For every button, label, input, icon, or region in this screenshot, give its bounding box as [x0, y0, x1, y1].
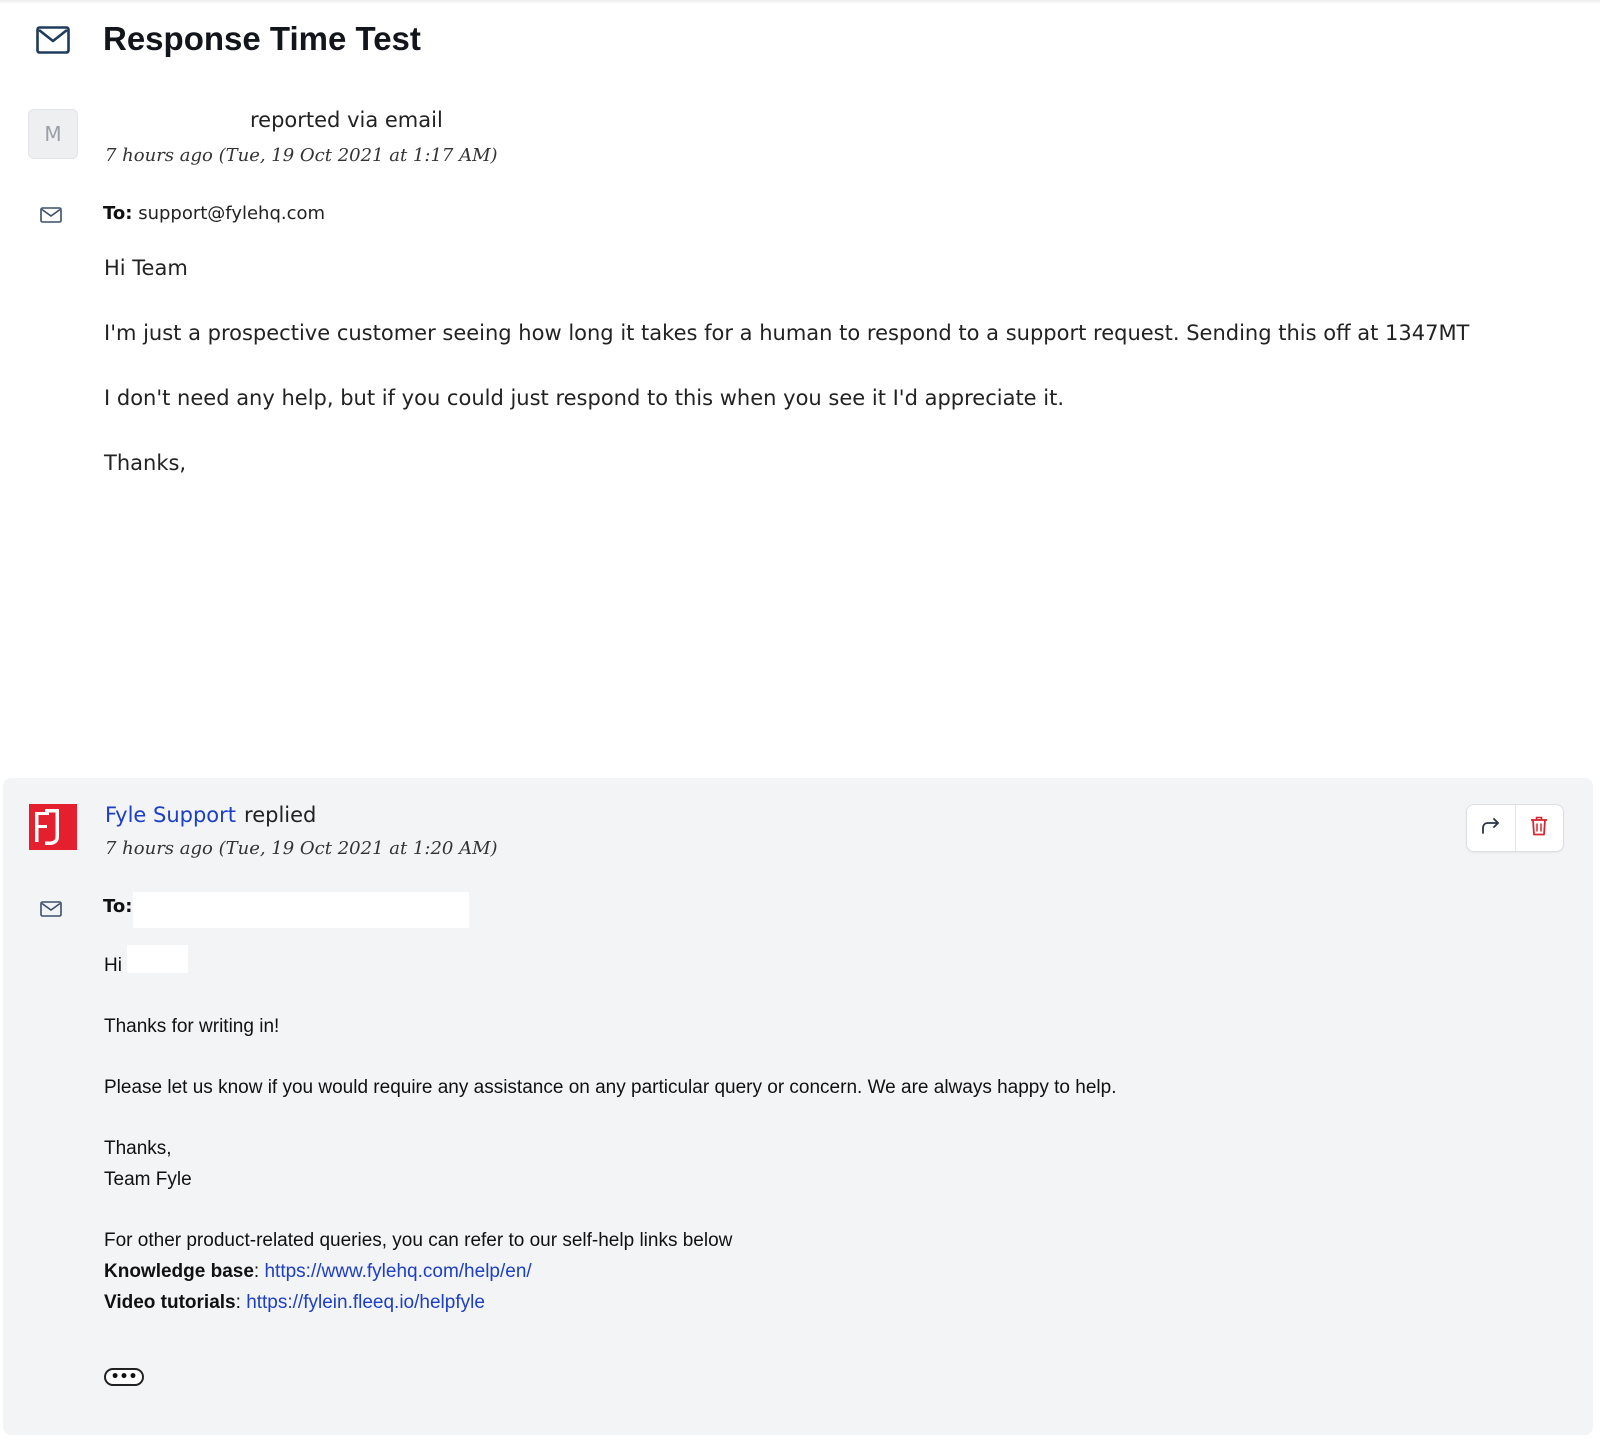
reply-actions — [1466, 804, 1564, 852]
mail-icon — [36, 26, 70, 54]
redacted-recipient — [133, 892, 469, 928]
forward-button[interactable] — [1467, 805, 1515, 851]
recipient-email: support@fylehq.com — [138, 203, 326, 224]
knowledge-base-label: Knowledge base — [104, 1261, 254, 1282]
body-paragraph: Thanks for writing in! — [104, 1016, 280, 1037]
sender-name-link[interactable]: Fyle Support — [105, 803, 236, 827]
video-tutorials-line: Video tutorials: https://fylein.fleeq.io… — [104, 1287, 1116, 1318]
body-paragraph: Thanks, — [104, 451, 187, 475]
ticket-view: Response Time Test M reported via email … — [0, 0, 1600, 1443]
message-timestamp: 7 hours ago (Tue, 19 Oct 2021 at 1:17 AM… — [105, 145, 498, 166]
fyle-logo-icon — [29, 804, 77, 850]
knowledge-base-link[interactable]: https://www.fylehq.com/help/en/ — [264, 1261, 531, 1282]
reply-recipient-line: To: — [103, 896, 132, 917]
to-label: To: — [103, 203, 133, 224]
selfhelp-intro: For other product-related queries, you c… — [104, 1230, 733, 1251]
trash-icon — [1530, 816, 1548, 841]
to-label: To: — [103, 896, 133, 917]
video-tutorials-link[interactable]: https://fylein.fleeq.io/helpfyle — [246, 1292, 485, 1313]
separator: : — [253, 1261, 265, 1282]
reply-header: Fyle Support replied — [105, 803, 316, 827]
reply-body: Hi Thanks for writing in! Please let us … — [104, 950, 1116, 1318]
ticket-title: Response Time Test — [103, 20, 421, 57]
body-paragraph: Please let us know if you would require … — [104, 1077, 1117, 1098]
body-paragraph: I'm just a prospective customer seeing h… — [104, 321, 1470, 345]
forward-arrow-icon — [1481, 817, 1501, 840]
reply-action-text: replied — [244, 803, 317, 827]
recipient-line: To: support@fylehq.com — [103, 203, 325, 224]
signoff: Thanks, — [104, 1138, 172, 1159]
envelope-icon — [40, 207, 62, 223]
show-more-button[interactable]: ••• — [104, 1368, 144, 1386]
top-divider — [0, 0, 1600, 4]
greeting: Hi — [104, 955, 122, 976]
knowledge-base-line: Knowledge base: https://www.fylehq.com/h… — [104, 1256, 1116, 1287]
message-body: Hi Team I'm just a prospective customer … — [104, 255, 1469, 515]
separator: : — [235, 1292, 247, 1313]
signature: Team Fyle — [104, 1169, 192, 1190]
redacted-name — [127, 945, 188, 973]
envelope-icon — [40, 901, 62, 917]
video-tutorials-label: Video tutorials — [104, 1292, 236, 1313]
delete-button[interactable] — [1514, 805, 1564, 851]
message-action-text: reported via email — [250, 108, 443, 132]
body-paragraph: I don't need any help, but if you could … — [104, 386, 1065, 410]
reply-timestamp: 7 hours ago (Tue, 19 Oct 2021 at 1:20 AM… — [105, 838, 498, 859]
body-paragraph: Hi Team — [104, 256, 188, 280]
avatar: M — [28, 109, 78, 159]
